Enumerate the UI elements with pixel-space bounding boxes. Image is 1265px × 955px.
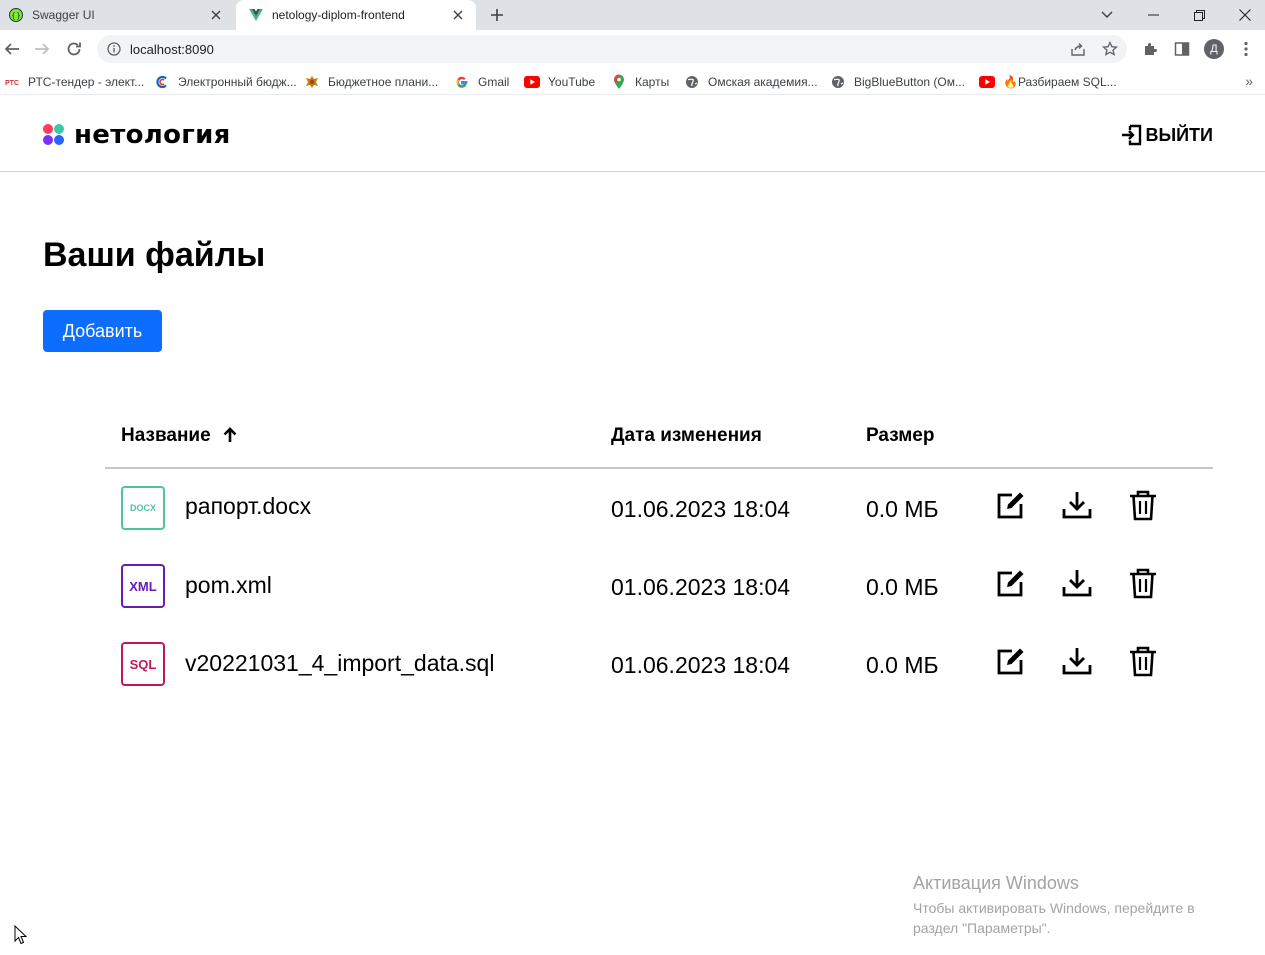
file-date: 01.06.2023 18:04	[611, 652, 791, 678]
restore-icon[interactable]	[1176, 0, 1222, 30]
google-icon	[454, 74, 470, 90]
file-size: 0.0 МБ	[866, 574, 939, 600]
rts-icon: РТС	[4, 74, 20, 90]
logo-text: нетология	[74, 120, 231, 150]
table-row: DOCX рапорт.docx 01.06.2023 18:04 0.0 МБ	[105, 469, 1213, 547]
profile-avatar[interactable]: Д	[1204, 39, 1224, 59]
browser-toolbar: localhost:8090 Д	[0, 30, 1265, 68]
page-title: Ваши файлы	[43, 236, 266, 274]
file-name: рапорт.docx	[185, 493, 312, 519]
close-tab-icon[interactable]	[450, 7, 466, 23]
close-tab-icon[interactable]	[208, 7, 224, 23]
files-table: Название Дата изменения Размер DOCX рапо…	[105, 410, 1213, 703]
bookmark-star-icon[interactable]	[1101, 40, 1119, 58]
url-text: localhost:8090	[130, 42, 214, 57]
download-icon[interactable]	[1059, 487, 1095, 523]
windows-activation-watermark: Активация Windows Чтобы активировать Win…	[913, 873, 1233, 938]
column-name-header[interactable]: Название	[121, 425, 237, 449]
globe-icon	[830, 74, 846, 90]
bookmark-item[interactable]: Электронный бюдж...	[154, 73, 297, 90]
edit-icon[interactable]	[993, 565, 1029, 601]
bookmark-item[interactable]: BigBlueButton (Ом...	[830, 73, 965, 90]
budget-icon	[154, 74, 170, 90]
column-size-header[interactable]: Размер	[866, 425, 934, 447]
side-panel-icon[interactable]	[1172, 39, 1192, 59]
tab-strip: {} Swagger UI netology-diplom-frontend	[0, 0, 1265, 30]
file-size: 0.0 МБ	[866, 496, 939, 522]
emblem-icon	[304, 74, 320, 90]
bookmark-item[interactable]: YouTube	[524, 73, 595, 90]
bookmark-item[interactable]: Карты	[611, 73, 669, 90]
minimize-icon[interactable]	[1130, 0, 1176, 30]
download-icon[interactable]	[1059, 643, 1095, 679]
bookmark-item[interactable]: Gmail	[454, 73, 509, 90]
bookmark-item[interactable]: Омская академия...	[684, 73, 818, 90]
column-date-header[interactable]: Дата изменения	[611, 425, 762, 447]
edit-icon[interactable]	[993, 643, 1029, 679]
file-date: 01.06.2023 18:04	[611, 496, 791, 522]
swagger-icon: {}	[8, 7, 24, 23]
svg-text:{}: {}	[11, 11, 21, 20]
logo[interactable]: нетология	[43, 120, 231, 150]
table-row: SQL v20221031_4_import_data.sql 01.06.20…	[105, 625, 1213, 703]
globe-icon	[684, 74, 700, 90]
site-info-icon[interactable]	[106, 41, 122, 57]
svg-text:РТС: РТС	[5, 80, 19, 87]
file-name: v20221031_4_import_data.sql	[185, 650, 495, 676]
menu-icon[interactable]	[1236, 39, 1256, 59]
app-header: нетология ВЫЙТИ	[0, 96, 1265, 172]
bookmarks-bar: РТС РТС-тендер - элект... Электронный бю…	[0, 68, 1265, 95]
tab-swagger[interactable]: {} Swagger UI	[0, 0, 234, 30]
extensions-icon[interactable]	[1140, 39, 1160, 59]
bookmarks-overflow-button[interactable]: »	[1245, 73, 1253, 89]
docx-file-icon: DOCX	[121, 486, 165, 530]
maps-icon	[611, 74, 627, 90]
bookmark-item[interactable]: Бюджетное плани...	[304, 73, 438, 90]
new-tab-icon[interactable]	[486, 5, 508, 25]
logout-button[interactable]: ВЫЙТИ	[1121, 124, 1214, 146]
reload-icon[interactable]	[62, 37, 86, 61]
file-size: 0.0 МБ	[866, 652, 939, 678]
logout-icon	[1121, 124, 1143, 146]
table-header: Название Дата изменения Размер	[105, 410, 1213, 469]
bookmark-item[interactable]: 🔥Разбираем SQL...	[979, 73, 1117, 90]
close-window-icon[interactable]	[1222, 0, 1265, 30]
bookmark-item[interactable]: РТС РТС-тендер - элект...	[4, 73, 144, 90]
edit-icon[interactable]	[993, 487, 1029, 523]
tab-netology[interactable]: netology-diplom-frontend	[236, 0, 476, 30]
share-icon[interactable]	[1069, 40, 1087, 58]
mouse-pointer-icon	[14, 924, 28, 950]
table-row: XML pom.xml 01.06.2023 18:04 0.0 МБ	[105, 547, 1213, 625]
youtube-icon	[979, 74, 995, 90]
tab-title: netology-diplom-frontend	[272, 8, 405, 22]
delete-icon[interactable]	[1125, 487, 1161, 523]
logo-mark-icon	[43, 124, 65, 146]
file-name: pom.xml	[185, 572, 272, 598]
logout-label: ВЫЙТИ	[1145, 124, 1214, 145]
tab-title: Swagger UI	[32, 8, 95, 22]
vue-icon	[248, 7, 264, 23]
tab-search-icon[interactable]	[1084, 0, 1130, 30]
watermark-title: Активация Windows	[913, 873, 1079, 893]
sort-ascending-icon[interactable]	[223, 427, 237, 449]
delete-icon[interactable]	[1125, 565, 1161, 601]
back-icon[interactable]	[0, 37, 24, 61]
file-date: 01.06.2023 18:04	[611, 574, 791, 600]
watermark-text: Чтобы активировать Windows, перейдите в …	[913, 900, 1195, 936]
youtube-icon	[524, 74, 540, 90]
add-file-button[interactable]: Добавить	[43, 310, 162, 352]
xml-file-icon: XML	[121, 564, 165, 608]
delete-icon[interactable]	[1125, 643, 1161, 679]
forward-icon[interactable]	[30, 37, 54, 61]
sql-file-icon: SQL	[121, 642, 165, 686]
download-icon[interactable]	[1059, 565, 1095, 601]
address-bar[interactable]: localhost:8090	[97, 35, 1127, 63]
